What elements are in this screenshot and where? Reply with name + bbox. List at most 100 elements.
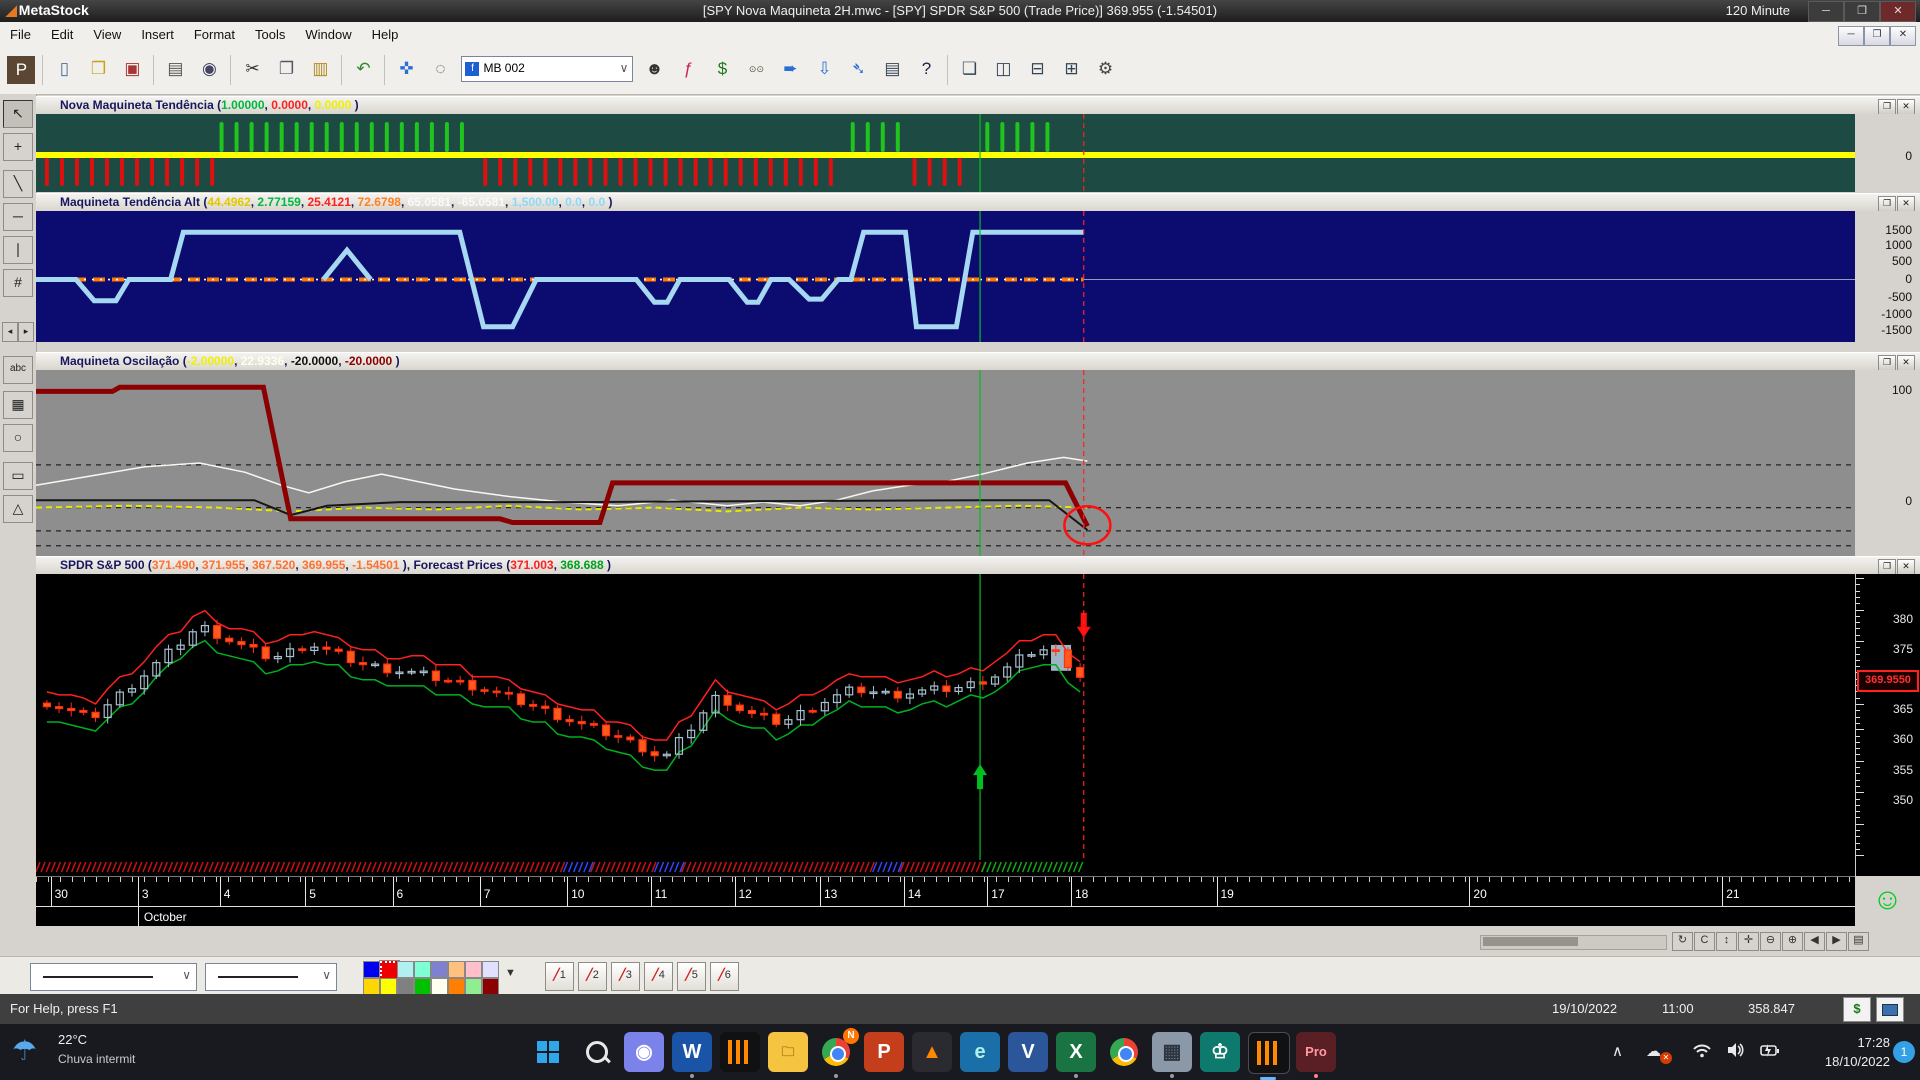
pointer-tool[interactable]: ↖ xyxy=(3,100,33,128)
system-dollar-button[interactable]: $ xyxy=(706,54,738,86)
nav-collapse-button[interactable]: C xyxy=(1694,932,1715,951)
grid-tool[interactable]: ▦ xyxy=(3,391,33,419)
pin-tool-button[interactable]: ➴ xyxy=(842,54,874,86)
nav-refresh-button[interactable]: ↻ xyxy=(1672,932,1693,951)
save-button[interactable]: ▣ xyxy=(116,54,148,86)
download-button[interactable]: ⇩ xyxy=(808,54,840,86)
trendline-preset-6-button[interactable]: ╱6 xyxy=(710,962,739,991)
window-cascade-button[interactable]: ❏ xyxy=(953,54,985,86)
window-tile-quad-button[interactable]: ⊞ xyxy=(1055,54,1087,86)
panel-header-oscilacao[interactable]: Maquineta Oscilação (-2.00000, 22.9336, … xyxy=(36,352,1920,372)
zoom-select-button[interactable]: ◌ xyxy=(424,54,456,86)
cut-button[interactable]: ✂ xyxy=(236,54,268,86)
panel-chart-oscilacao[interactable] xyxy=(36,370,1855,556)
app-logo-button[interactable]: P xyxy=(7,56,35,84)
print-button[interactable]: ▤ xyxy=(159,54,191,86)
color-swatch[interactable] xyxy=(414,978,431,995)
tray-chevron-icon[interactable]: ∧ xyxy=(1612,1042,1623,1060)
nav-move-button[interactable]: ✛ xyxy=(1738,932,1759,951)
panel-header-tendencia[interactable]: Nova Maquineta Tendência (1.00000, 0.000… xyxy=(36,96,1920,116)
nav-prev-button[interactable]: ◀ xyxy=(1804,932,1825,951)
battery-plugged-icon[interactable] xyxy=(1760,1040,1780,1060)
color-swatch[interactable] xyxy=(397,961,414,978)
triangle-tool[interactable]: △ xyxy=(3,495,33,523)
layout-combo[interactable]: fMB 002∨ xyxy=(461,56,633,82)
color-swatch[interactable] xyxy=(482,961,499,978)
color-swatch[interactable] xyxy=(431,978,448,995)
panel-chart-tendencia[interactable] xyxy=(36,114,1855,192)
report-button[interactable]: ▤ xyxy=(876,54,908,86)
panel-chart-tendencia_alt[interactable] xyxy=(36,211,1855,342)
panel-close-button[interactable]: ✕ xyxy=(1897,196,1915,212)
panel-header-tendencia_alt[interactable]: Maquineta Tendência Alt (44.4962, 2.7715… xyxy=(36,193,1920,213)
trendline-preset-4-button[interactable]: ╱4 xyxy=(644,962,673,991)
menu-item-tools[interactable]: Tools xyxy=(245,22,295,47)
taskbar-file-explorer-icon[interactable]: 🗀 xyxy=(768,1032,808,1072)
open-chart-button[interactable]: ❒ xyxy=(82,54,114,86)
explorer-button[interactable]: ☻ xyxy=(638,54,670,86)
panel-body-oscilacao[interactable] xyxy=(36,370,1855,556)
close-button[interactable]: ✕ xyxy=(1880,1,1916,22)
panel-body-tendencia_alt[interactable] xyxy=(36,211,1855,342)
date-axis[interactable]: 303456710111213141718192021 xyxy=(36,876,1855,907)
panel-body-price[interactable] xyxy=(36,574,1855,876)
line-style-combo[interactable]: ∨ xyxy=(30,963,197,991)
horizontal-line-tool[interactable]: ─ xyxy=(3,203,33,231)
color-swatch[interactable] xyxy=(431,961,448,978)
scrollbar-thumb[interactable] xyxy=(1483,937,1578,946)
taskbar-metastock-active-icon[interactable] xyxy=(1248,1032,1290,1074)
menu-item-edit[interactable]: Edit xyxy=(41,22,83,47)
menu-item-view[interactable]: View xyxy=(83,22,131,47)
text-tool[interactable]: abc xyxy=(3,356,33,384)
nav-zoom-out-button[interactable]: ⊖ xyxy=(1760,932,1781,951)
context-help-button[interactable]: ? xyxy=(910,54,942,86)
vertical-line-tool[interactable]: ∣ xyxy=(3,236,33,264)
trendline-preset-1-button[interactable]: ╱1 xyxy=(545,962,574,991)
nav-next-button[interactable]: ▶ xyxy=(1826,932,1847,951)
color-swatch[interactable] xyxy=(414,961,431,978)
scan-binoculars-button[interactable]: ⊙⊙ xyxy=(740,54,772,86)
customize-gear-button[interactable]: ⚙ xyxy=(1089,54,1121,86)
color-swatch[interactable] xyxy=(482,978,499,995)
taskbar-visio-icon[interactable]: V xyxy=(1008,1032,1048,1072)
crosshair-button[interactable]: ✜ xyxy=(390,54,422,86)
taskbar-word-icon[interactable]: W xyxy=(672,1032,712,1072)
trendline-preset-5-button[interactable]: ╱5 xyxy=(677,962,706,991)
panel-close-button[interactable]: ✕ xyxy=(1897,355,1915,371)
window-tile-vertical-button[interactable]: ⊟ xyxy=(1021,54,1053,86)
child-minimize-button[interactable]: ─ xyxy=(1838,26,1864,46)
taskbar-powerpoint-icon[interactable]: P xyxy=(864,1032,904,1072)
panel-restore-button[interactable]: ❐ xyxy=(1878,559,1896,575)
volume-icon[interactable] xyxy=(1726,1040,1746,1060)
taskbar-calculator-icon[interactable]: ▦ xyxy=(1152,1032,1192,1072)
color-swatch[interactable] xyxy=(363,978,380,995)
onedrive-error-icon[interactable]: ☁ xyxy=(1646,1042,1661,1060)
dollar-status-button[interactable]: $ xyxy=(1843,997,1871,1022)
color-swatch[interactable] xyxy=(448,961,465,978)
taskbar-pro-app-icon[interactable]: Pro xyxy=(1296,1032,1336,1072)
taskbar-start-icon[interactable] xyxy=(528,1032,568,1072)
menu-item-window[interactable]: Window xyxy=(295,22,361,47)
forecast-arrow-button[interactable]: ➨ xyxy=(774,54,806,86)
color-swatch[interactable] xyxy=(448,978,465,995)
panel-body-tendencia[interactable] xyxy=(36,114,1855,192)
ellipse-tool[interactable]: ○ xyxy=(3,424,33,452)
trendline-preset-2-button[interactable]: ╱2 xyxy=(578,962,607,991)
taskbar-metastock-icon[interactable] xyxy=(720,1032,760,1072)
color-swatch[interactable] xyxy=(380,978,397,995)
color-swatch[interactable] xyxy=(363,961,380,978)
taskbar-vlc-icon[interactable]: ▲ xyxy=(912,1032,952,1072)
panel-close-button[interactable]: ✕ xyxy=(1897,99,1915,115)
taskbar-chrome-icon[interactable] xyxy=(1104,1032,1144,1072)
monitor-status-button[interactable] xyxy=(1876,997,1904,1022)
indicator-fx-button[interactable]: ƒ xyxy=(672,54,704,86)
menu-item-help[interactable]: Help xyxy=(362,22,409,47)
taskbar-camera-app-icon[interactable]: ◉ xyxy=(624,1032,664,1072)
crosshair-tool[interactable]: + xyxy=(3,133,33,161)
undo-button[interactable]: ↶ xyxy=(347,54,379,86)
panel-restore-button[interactable]: ❐ xyxy=(1878,99,1896,115)
trendline-tool[interactable]: ╲ xyxy=(3,170,33,198)
new-chart-button[interactable]: ▯ xyxy=(48,54,80,86)
child-restore-button[interactable]: ❐ xyxy=(1864,26,1890,46)
panel-restore-button[interactable]: ❐ xyxy=(1878,196,1896,212)
